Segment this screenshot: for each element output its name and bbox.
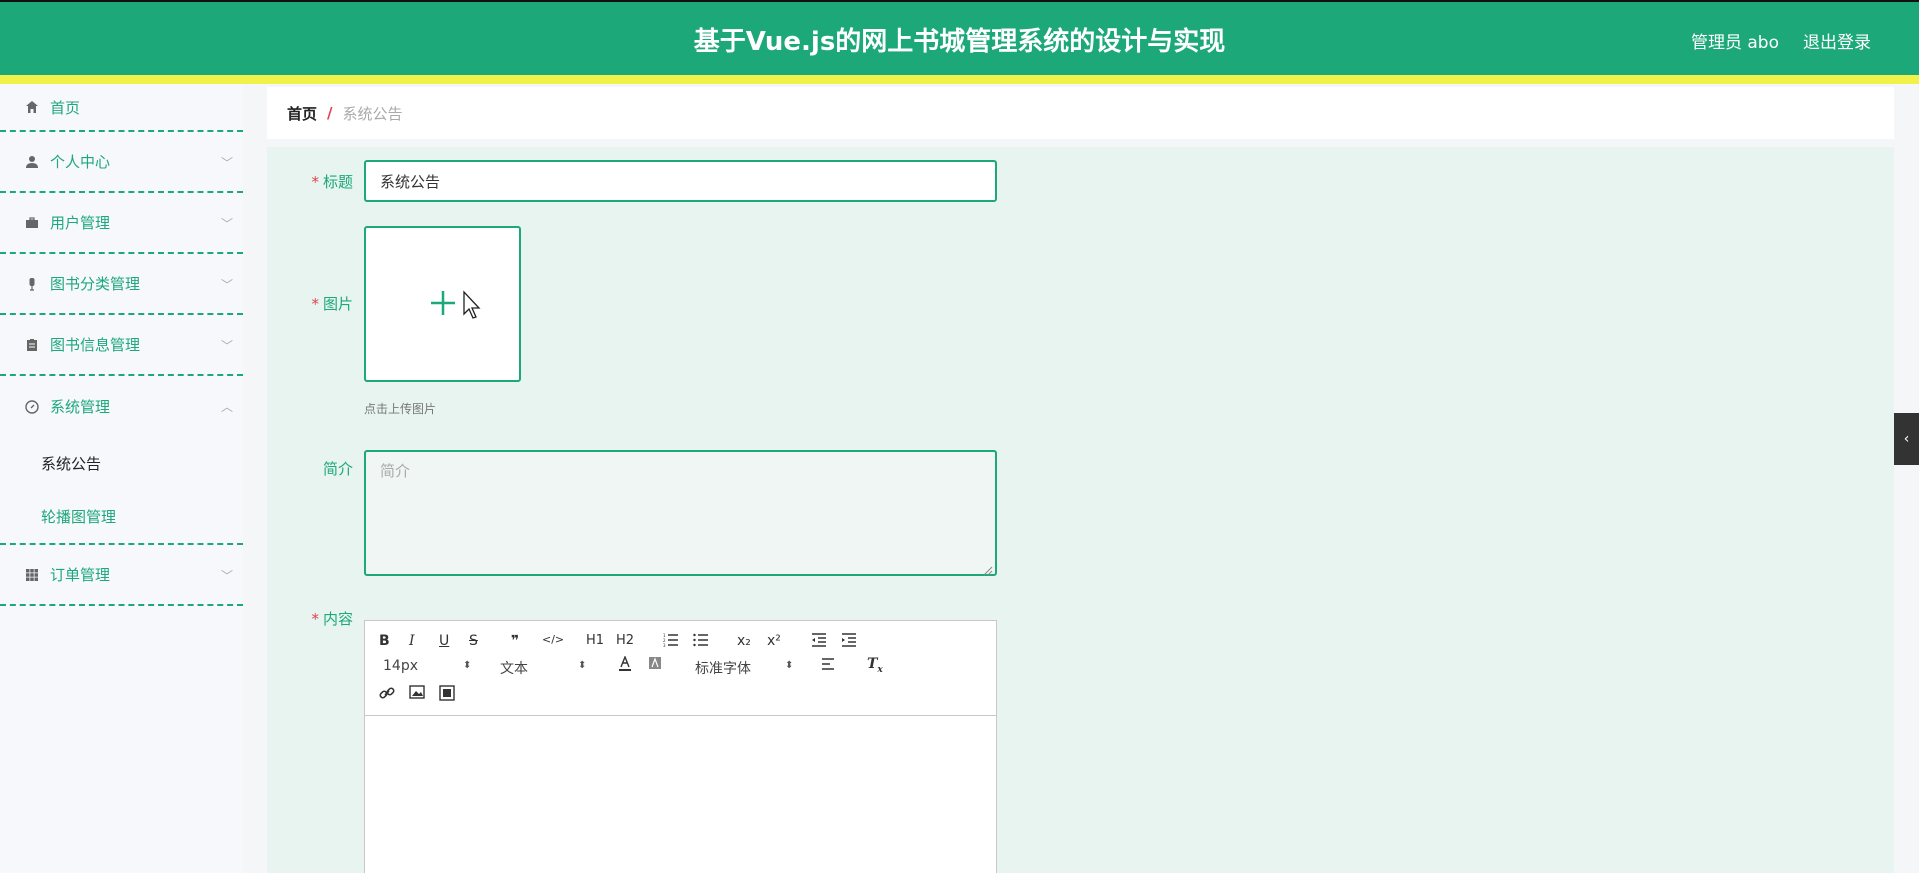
compass-icon — [24, 399, 40, 415]
h1-button[interactable]: H1 — [586, 633, 604, 648]
italic-button[interactable]: I — [409, 633, 415, 649]
video-insert-icon[interactable] — [439, 685, 455, 705]
sidebar-subitem-announcement[interactable]: 系统公告 — [0, 437, 243, 490]
clear-format-icon[interactable]: Tx — [867, 656, 883, 675]
sidebar-item-book-info[interactable]: 图书信息管理 ﹀ — [0, 315, 243, 376]
breadcrumb-separator: / — [327, 104, 333, 122]
subscript-button[interactable]: x₂ — [737, 633, 751, 649]
sidebar-item-label: 用户管理 — [50, 214, 111, 232]
sidebar-item-label: 个人中心 — [50, 153, 111, 171]
sidebar-item-users[interactable]: 用户管理 ﹀ — [0, 193, 243, 254]
outdent-icon[interactable] — [811, 633, 827, 651]
sidebar-subitem-carousel[interactable]: 轮播图管理 — [0, 490, 243, 543]
sidebar-item-label: 图书信息管理 — [50, 336, 141, 354]
svg-text:3: 3 — [663, 643, 666, 647]
chevron-down-icon: ﹀ — [220, 156, 233, 170]
rich-text-editor: B I U S ❞ </> H1 H2 123 x₂ x² 14px ⬍ 文本 … — [364, 620, 997, 873]
bold-button[interactable]: B — [379, 633, 390, 649]
clipboard-icon — [24, 337, 40, 353]
image-insert-icon[interactable] — [409, 685, 425, 703]
background-color-icon[interactable] — [648, 656, 662, 676]
required-mark: * — [311, 295, 319, 313]
chevron-left-icon: ‹ — [1903, 431, 1910, 447]
image-upload-button[interactable] — [364, 226, 521, 382]
grid-icon — [24, 567, 40, 583]
bullet-list-icon[interactable] — [693, 633, 709, 651]
font-size-select[interactable]: 14px ⬍ — [383, 658, 473, 674]
resize-handle-icon[interactable] — [983, 562, 993, 576]
sidebar-item-book-categories[interactable]: 图书分类管理 ﹀ — [0, 254, 243, 315]
code-button[interactable]: </> — [542, 633, 564, 646]
app-title: 基于Vue.js的网上书城管理系统的设计与实现 — [693, 27, 1226, 57]
title-input[interactable]: 系统公告 — [364, 160, 997, 202]
title-label: * 标题 — [311, 173, 353, 191]
text-color-icon[interactable] — [618, 655, 632, 676]
editor-content-area[interactable] — [365, 717, 996, 873]
sidebar-item-label: 订单管理 — [50, 566, 111, 584]
select-arrows-icon: ⬍ — [578, 660, 587, 671]
superscript-button[interactable]: x² — [767, 633, 781, 649]
upload-hint: 点击上传图片 — [364, 402, 437, 416]
h2-button[interactable]: H2 — [616, 633, 634, 648]
logout-link[interactable]: 退出登录 — [1803, 28, 1871, 53]
align-icon[interactable] — [821, 658, 835, 674]
required-mark: * — [311, 173, 319, 191]
briefcase-icon — [24, 215, 40, 231]
header-accent-bar — [0, 75, 1919, 84]
home-icon — [24, 99, 40, 115]
content-label: * 内容 — [311, 610, 353, 628]
intro-textarea[interactable]: 简介 — [364, 450, 997, 576]
image-label: * 图片 — [311, 295, 353, 313]
intro-placeholder: 简介 — [380, 462, 411, 480]
breadcrumb: 首页 / 系统公告 — [267, 87, 1894, 139]
breadcrumb-current: 系统公告 — [342, 104, 403, 123]
sidebar-item-personal[interactable]: 个人中心 ﹀ — [0, 132, 243, 193]
indent-icon[interactable] — [841, 633, 857, 651]
sidebar-item-home[interactable]: 首页 — [0, 84, 243, 132]
select-arrows-icon: ⬍ — [785, 660, 794, 671]
intro-label: 简介 — [322, 460, 353, 478]
microphone-icon — [24, 276, 40, 292]
chevron-up-icon: ︿ — [220, 400, 233, 414]
chevron-down-icon: ﹀ — [220, 278, 233, 292]
chevron-down-icon: ﹀ — [220, 217, 233, 231]
sidebar-item-system[interactable]: 系统管理 ︿ — [0, 376, 243, 437]
ordered-list-icon[interactable]: 123 — [663, 633, 679, 651]
chevron-down-icon: ﹀ — [220, 569, 233, 583]
side-panel-toggle[interactable]: ‹ — [1894, 413, 1919, 465]
font-family-select[interactable]: 标准字体 ⬍ — [695, 658, 795, 678]
required-mark: * — [311, 610, 319, 628]
user-icon — [24, 154, 40, 170]
link-icon[interactable] — [379, 685, 395, 705]
strike-button[interactable]: S — [469, 633, 478, 649]
sidebar-group-system: 系统管理 ︿ 系统公告 轮播图管理 — [0, 376, 243, 545]
current-user: 管理员 abo — [1690, 33, 1779, 53]
chevron-down-icon: ﹀ — [220, 339, 233, 353]
blockquote-button[interactable]: ❞ — [511, 633, 519, 649]
sidebar-item-label: 系统管理 — [50, 398, 111, 416]
sidebar: 首页 个人中心 ﹀ 用户管理 ﹀ 图书分类管理 ﹀ 图书信息管理 ﹀ 系统管理 … — [0, 84, 243, 873]
breadcrumb-home[interactable]: 首页 — [287, 103, 317, 124]
top-header: 基于Vue.js的网上书城管理系统的设计与实现 管理员 abo 退出登录 — [0, 0, 1919, 75]
select-arrows-icon: ⬍ — [463, 660, 472, 671]
header-select[interactable]: 文本 ⬍ — [500, 658, 590, 678]
form-area: * 标题 系统公告 * 图片 点击上传图片 简介 简介 * 内容 B I U S ❞ … — [267, 147, 1894, 873]
plus-icon — [429, 281, 457, 327]
sidebar-item-orders[interactable]: 订单管理 ﹀ — [0, 545, 243, 606]
cursor-pointer-icon — [462, 290, 482, 324]
sidebar-item-label: 图书分类管理 — [50, 275, 141, 293]
editor-toolbar: B I U S ❞ </> H1 H2 123 x₂ x² 14px ⬍ 文本 … — [365, 621, 996, 716]
sidebar-item-label: 首页 — [50, 98, 81, 117]
underline-button[interactable]: U — [439, 633, 449, 649]
